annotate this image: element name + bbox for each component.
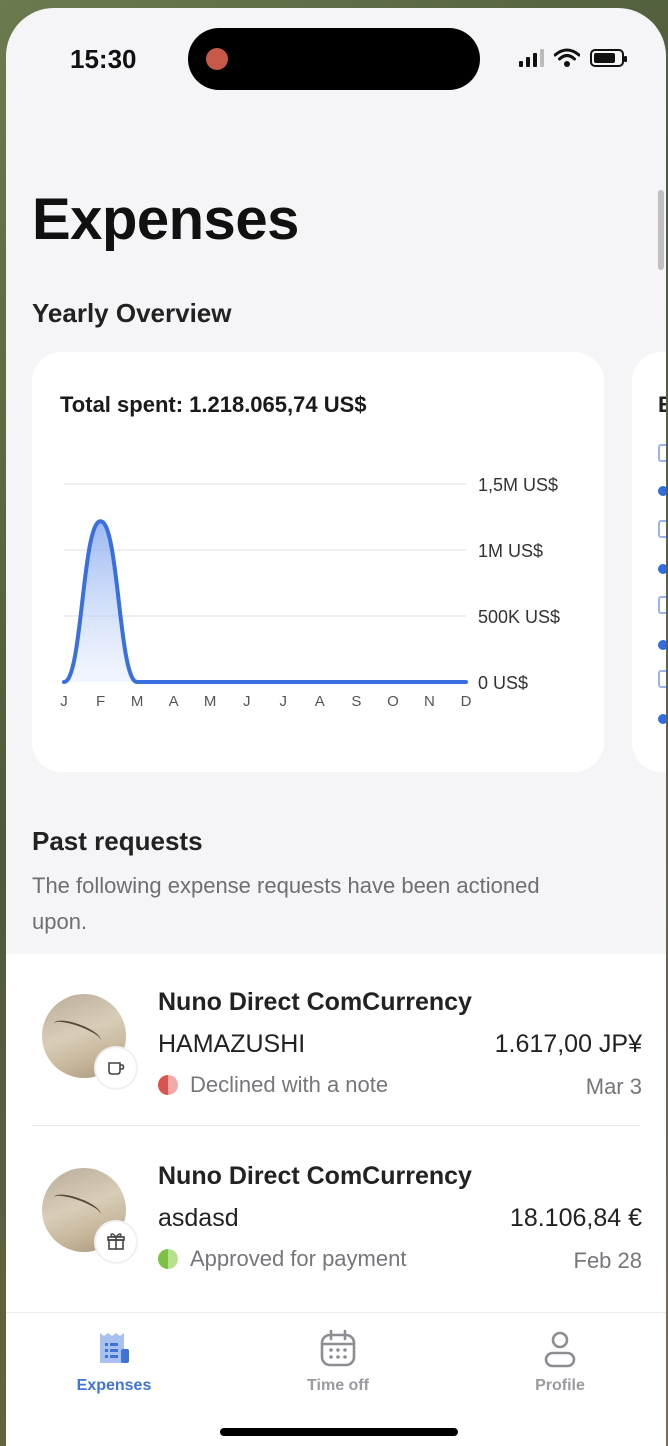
peek-card-title: E xyxy=(658,392,666,417)
x-tick-label: A xyxy=(169,693,179,710)
page-title: Expenses xyxy=(32,187,299,252)
status-text: Declined with a note xyxy=(190,1072,389,1097)
scroll-indicator[interactable] xyxy=(658,190,664,270)
tab-time-off[interactable]: Time off xyxy=(258,1329,418,1395)
recording-indicator-icon xyxy=(206,48,228,70)
row-divider xyxy=(32,1125,640,1126)
request-description: asdasd xyxy=(158,1204,239,1232)
request-status: Declined with a note xyxy=(158,1072,388,1098)
coffee-cup-icon xyxy=(96,1048,136,1088)
y-tick-label: 1M US$ xyxy=(478,541,543,561)
merchant-name: Nuno Direct ComCurrency xyxy=(158,1162,472,1190)
y-tick-label: 0 US$ xyxy=(478,673,528,693)
y-tick-label: 500K US$ xyxy=(478,607,560,627)
x-tick-label: M xyxy=(131,693,144,710)
receipt-icon xyxy=(100,1333,129,1363)
x-tick-label: J xyxy=(243,693,251,710)
x-tick-label: D xyxy=(461,693,472,710)
cellular-signal-icon xyxy=(519,49,544,67)
status-icons xyxy=(519,48,627,68)
request-date: Feb 28 xyxy=(573,1248,643,1273)
yearly-overview-card[interactable]: Total spent: 1.218.065,74 US$ 0 US$ 500K … xyxy=(32,352,604,772)
x-tick-label: M xyxy=(204,693,217,710)
dynamic-island xyxy=(188,28,480,90)
category-icon xyxy=(658,670,666,688)
expense-request-row[interactable]: Nuno Direct ComCurrency HAMAZUSHI 1.617,… xyxy=(6,954,666,1126)
x-tick-label: O xyxy=(387,693,399,710)
status-text: Approved for payment xyxy=(190,1246,407,1271)
request-amount: 18.106,84 € xyxy=(509,1204,642,1232)
past-requests-list: Nuno Direct ComCurrency HAMAZUSHI 1.617,… xyxy=(6,954,666,1314)
categories-card-peek[interactable]: E xyxy=(632,352,666,772)
legend-dot xyxy=(658,564,666,574)
past-requests-subtitle: The following expense requests have been… xyxy=(32,873,540,934)
category-icon xyxy=(658,444,666,462)
category-icon xyxy=(658,520,666,538)
gift-icon xyxy=(96,1222,136,1262)
spending-chart: 0 US$ 500K US$ 1M US$ 1,5M US$ J F M A M J J A S O N D xyxy=(60,475,560,710)
x-tick-label: S xyxy=(351,693,361,710)
yearly-overview-title: Yearly Overview xyxy=(32,298,232,328)
calendar-icon xyxy=(320,1329,356,1367)
x-tick-label: A xyxy=(315,693,325,710)
legend-dot xyxy=(658,640,666,650)
wifi-icon xyxy=(554,48,580,67)
x-tick-label: J xyxy=(60,693,68,710)
status-dot xyxy=(158,1075,178,1095)
phone-screen: 15:30 Expenses Yearly Overview Total spe… xyxy=(6,8,666,1446)
tab-label: Profile xyxy=(535,1377,585,1394)
request-status: Approved for payment xyxy=(158,1246,406,1272)
battery-icon xyxy=(590,49,627,67)
past-requests-title: Past requests xyxy=(32,826,203,856)
status-bar: 15:30 xyxy=(6,8,666,108)
y-tick-label: 1,5M US$ xyxy=(478,475,558,495)
person-icon xyxy=(544,1331,576,1368)
legend-dot xyxy=(658,714,666,724)
status-time: 15:30 xyxy=(70,44,137,74)
x-tick-label: N xyxy=(424,693,435,710)
x-tick-label: J xyxy=(280,693,288,710)
category-icon xyxy=(658,596,666,614)
merchant-name: Nuno Direct ComCurrency xyxy=(158,988,472,1016)
series-area xyxy=(64,521,466,682)
tab-expenses[interactable]: Expenses xyxy=(34,1329,194,1395)
request-date: Mar 3 xyxy=(585,1074,642,1099)
home-indicator xyxy=(220,1428,458,1436)
status-dot xyxy=(158,1249,178,1269)
x-tick-label: F xyxy=(96,693,105,710)
request-description: HAMAZUSHI xyxy=(158,1030,306,1058)
tab-label: Time off xyxy=(307,1377,369,1394)
expense-request-row[interactable]: Nuno Direct ComCurrency asdasd 18.106,84… xyxy=(6,1128,666,1300)
tab-bar: Expenses Time off Profile xyxy=(6,1312,666,1446)
legend-dot xyxy=(658,486,666,496)
tab-profile[interactable]: Profile xyxy=(480,1329,640,1395)
request-amount: 1.617,00 JP¥ xyxy=(494,1030,642,1058)
tab-label: Expenses xyxy=(76,1377,152,1394)
